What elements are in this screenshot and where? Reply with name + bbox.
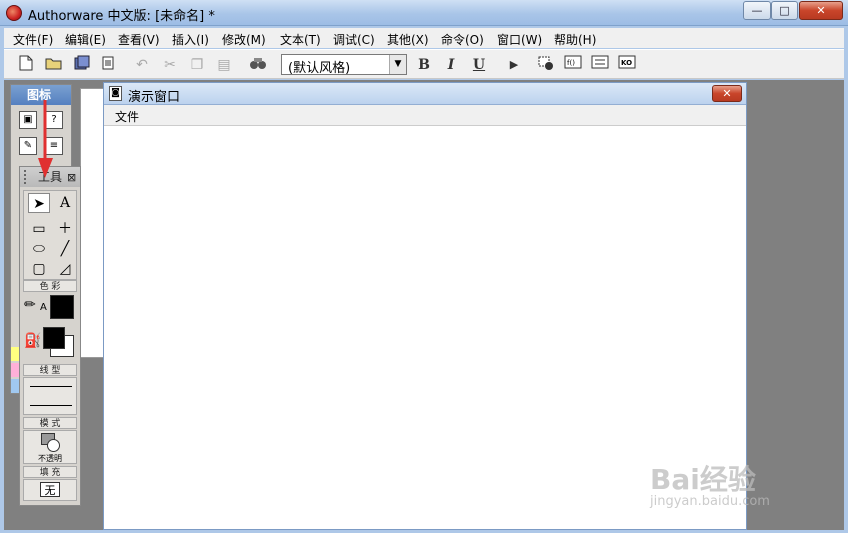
copy-icon[interactable]: ❐ <box>187 55 207 75</box>
drag-grip-icon[interactable] <box>24 170 28 184</box>
menu-other[interactable]: 其他(X) <box>387 31 429 48</box>
presentation-window-icon: ◙ <box>109 86 122 101</box>
display-icon[interactable]: ▣ <box>19 111 37 129</box>
menu-window[interactable]: 窗口(W) <box>497 31 542 48</box>
underline-icon[interactable]: U <box>469 55 489 75</box>
open-icon[interactable] <box>44 55 64 75</box>
close-button[interactable]: ✕ <box>799 1 843 20</box>
paste-icon[interactable]: ▤ <box>214 55 234 75</box>
rectangle-tool-icon[interactable]: ▭ <box>28 219 50 239</box>
diagonal-line-tool-icon[interactable]: ╱ <box>54 239 76 259</box>
text-style-value: (默认风格) <box>288 61 351 76</box>
menu-debug[interactable]: 调试(C) <box>333 31 375 48</box>
menu-modify[interactable]: 修改(M) <box>222 31 266 48</box>
fill-color-swatch[interactable] <box>43 327 65 349</box>
mode-box[interactable]: 不透明 <box>23 430 77 464</box>
save-all-icon[interactable] <box>72 55 92 75</box>
maximize-button[interactable]: □ <box>771 1 798 20</box>
knowledge-objects-icon[interactable]: KO <box>617 55 637 75</box>
menu-text[interactable]: 文本(T) <box>280 31 321 48</box>
text-color-label: A <box>40 302 47 313</box>
rounded-rect-tool-icon[interactable]: ▢ <box>28 259 50 279</box>
authorware-app-icon[interactable] <box>6 5 22 21</box>
close-icon[interactable]: ⊠ <box>67 168 76 188</box>
draw-tools-group: ➤ A ▭ ＋ ⬭ ╱ ▢ ◿ <box>23 190 77 280</box>
presentation-window-title: 演示窗口 <box>128 90 181 105</box>
tools-palette: 工具 ⊠ ➤ A ▭ ＋ ⬭ ╱ ▢ ◿ 色 彩 ✏ A ⛽ 线 型 模 式 不… <box>19 166 81 506</box>
functions-icon[interactable]: f() <box>563 55 583 75</box>
title-bar: Authorware 中文版: [未命名] * — □ ✕ <box>0 0 848 26</box>
window-title: Authorware 中文版: [未命名] * <box>28 9 215 24</box>
minimize-button[interactable]: — <box>743 1 771 20</box>
cut-icon[interactable]: ✂ <box>160 55 180 75</box>
menu-edit[interactable]: 编辑(E) <box>65 31 106 48</box>
presentation-window-title-bar: ◙ 演示窗口 ✕ <box>104 83 746 105</box>
text-tool-icon[interactable]: A <box>54 193 76 213</box>
line-sample-selected <box>30 405 72 406</box>
new-file-icon[interactable] <box>16 55 36 75</box>
color-section-label: 色 彩 <box>23 280 77 292</box>
fill-section-label: 填 充 <box>23 466 77 478</box>
cross-line-tool-icon[interactable]: ＋ <box>54 219 76 239</box>
mode-section-label: 模 式 <box>23 417 77 429</box>
mode-circle-icon <box>47 439 60 452</box>
watermark: Bai经验 <box>650 463 756 496</box>
italic-icon[interactable]: I <box>441 55 461 75</box>
mode-value: 不透明 <box>38 454 62 463</box>
chevron-down-icon[interactable]: ▼ <box>389 55 406 74</box>
svg-text:f(): f() <box>567 59 575 67</box>
bold-icon[interactable]: B <box>414 55 434 75</box>
ellipse-tool-icon[interactable]: ⬭ <box>28 239 50 259</box>
run-icon[interactable]: ▶ <box>504 55 524 75</box>
polygon-tool-icon[interactable]: ◿ <box>54 259 76 279</box>
find-icon[interactable] <box>248 55 268 75</box>
menu-commands[interactable]: 命令(O) <box>441 31 484 48</box>
menu-bar: 文件(F) 编辑(E) 查看(V) 插入(I) 修改(M) 文本(T) 调试(C… <box>4 28 844 48</box>
svg-text:KO: KO <box>621 59 632 67</box>
control-panel-icon[interactable] <box>536 55 556 75</box>
variables-icon[interactable] <box>590 55 610 75</box>
menu-file[interactable]: 文件(F) <box>13 31 53 48</box>
toolbar: ↶ ✂ ❐ ▤ (默认风格) ▼ B I U ▶ f() KO <box>4 49 844 79</box>
presentation-window-menu: 文件 <box>104 105 746 126</box>
fill-value: 无 <box>40 482 60 497</box>
calculation-icon[interactable]: ✎ <box>19 137 37 155</box>
menu-help[interactable]: 帮助(H) <box>554 31 596 48</box>
watermark-url: jingyan.baidu.com <box>650 494 770 509</box>
line-sample-thin <box>30 386 72 387</box>
line-style-box[interactable] <box>23 377 77 415</box>
line-section-label: 线 型 <box>23 364 77 376</box>
undo-icon[interactable]: ↶ <box>132 55 152 75</box>
import-icon[interactable] <box>98 55 118 75</box>
menu-view[interactable]: 查看(V) <box>118 31 160 48</box>
presentation-window-close-button[interactable]: ✕ <box>712 85 742 102</box>
paint-bucket-icon[interactable]: ⛽ <box>24 333 41 349</box>
menu-insert[interactable]: 插入(I) <box>172 31 209 48</box>
stroke-color-swatch[interactable] <box>50 295 74 319</box>
text-style-select[interactable]: (默认风格) ▼ <box>281 54 407 76</box>
fill-box[interactable]: 无 <box>23 479 77 501</box>
pointer-tool-icon[interactable]: ➤ <box>28 193 50 213</box>
presentation-menu-file[interactable]: 文件 <box>115 108 139 125</box>
main-window: Authorware 中文版: [未命名] * — □ ✕ 文件(F) 编辑(E… <box>0 0 848 533</box>
pencil-icon[interactable]: ✏ <box>24 297 36 313</box>
annotation-arrow-icon <box>38 100 53 178</box>
